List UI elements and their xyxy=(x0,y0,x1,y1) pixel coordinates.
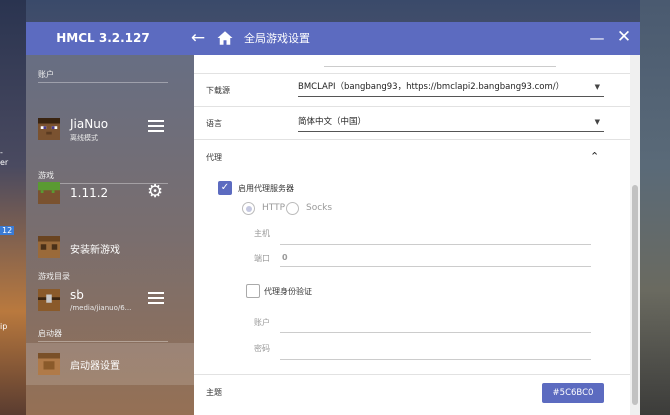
section-divider xyxy=(38,82,168,83)
dropdown-arrow-icon: ▼ xyxy=(594,83,600,91)
desktop-right-edge xyxy=(640,0,670,415)
scrollbar-thumb[interactable] xyxy=(632,185,638,405)
sidebar-section-account: 账户 xyxy=(38,70,54,79)
folder-menu-icon[interactable] xyxy=(148,292,164,306)
sidebar-section-game: 游戏 xyxy=(38,171,54,180)
install-label: 安装新游戏 xyxy=(70,245,120,256)
chevron-up-icon[interactable]: ⌃ xyxy=(590,150,604,164)
settings-content: 下载源 BMCLAPI（bangbang93，https://bmclapi2.… xyxy=(194,55,640,415)
language-label: 语言 xyxy=(206,119,222,128)
gear-icon[interactable]: ⚙ xyxy=(147,183,165,201)
close-icon[interactable]: ✕ xyxy=(614,27,634,47)
desktop-badge: 12 xyxy=(0,226,15,235)
password-input[interactable] xyxy=(280,359,591,360)
back-arrow-icon[interactable]: ← xyxy=(188,28,208,48)
version-name: 1.11.2 xyxy=(70,186,109,200)
host-label: 主机 xyxy=(254,229,270,238)
proxy-label: 代理 xyxy=(206,153,222,162)
language-select[interactable]: 简体中文（中国） ▼ xyxy=(298,113,604,132)
user-label: 账户 xyxy=(254,318,270,327)
enable-proxy-label: 启用代理服务器 xyxy=(238,184,294,193)
previous-field-line xyxy=(324,66,556,67)
minimize-icon[interactable]: — xyxy=(588,28,606,48)
account-name: JiaNuo xyxy=(70,117,109,131)
password-label: 密码 xyxy=(254,344,270,353)
port-value: 0 xyxy=(282,253,288,262)
host-input[interactable] xyxy=(280,244,591,245)
user-input[interactable] xyxy=(280,332,591,333)
sidebar-section-launcher: 启动器 xyxy=(38,329,62,338)
folder-path: /media/jianuo/6... xyxy=(70,304,132,312)
theme-color-button[interactable]: #5C6BC0 xyxy=(542,383,604,403)
page-title: 全局游戏设置 xyxy=(244,32,310,45)
sidebar: 账户 JiaNuo 离线模式 游戏 1.11.2 ⚙ 安装新游戏 游戏目录 sb… xyxy=(26,55,194,415)
socks-radio[interactable] xyxy=(286,202,299,215)
download-source-label: 下载源 xyxy=(206,86,230,95)
http-radio[interactable] xyxy=(242,202,255,215)
desktop-text: - xyxy=(0,148,3,157)
sidebar-section-folder: 游戏目录 xyxy=(38,272,70,281)
proxy-auth-label: 代理身份验证 xyxy=(264,287,312,296)
dropdown-arrow-icon: ▼ xyxy=(594,118,600,126)
proxy-section: 代理 ⌃ ✓ 启用代理服务器 HTTP Socks 主机 端口 0 代理身份验证… xyxy=(194,140,630,375)
chest-icon xyxy=(38,289,60,311)
port-input[interactable] xyxy=(280,266,591,267)
port-label: 端口 xyxy=(254,254,270,263)
language-value: 简体中文（中国） xyxy=(298,117,367,127)
sidebar-item-settings[interactable]: 启动器设置 xyxy=(26,343,194,385)
launcher-window: HMCL 3.2.127 ← 全局游戏设置 — ✕ 账户 JiaNuo 离线模式… xyxy=(26,22,640,415)
previous-row xyxy=(194,55,630,74)
socks-label: Socks xyxy=(306,203,333,213)
title-bar: HMCL 3.2.127 ← 全局游戏设置 — ✕ xyxy=(26,22,640,55)
crafting-table-icon xyxy=(38,236,60,258)
http-label: HTTP xyxy=(262,203,286,213)
proxy-auth-checkbox[interactable] xyxy=(246,284,260,298)
language-row: 语言 简体中文（中国） ▼ xyxy=(194,107,630,140)
theme-label: 主题 xyxy=(206,388,222,397)
desktop-text: er xyxy=(0,158,9,167)
account-type: 离线模式 xyxy=(70,134,98,142)
theme-row: 主题 #5C6BC0 xyxy=(194,375,630,415)
account-menu-icon[interactable] xyxy=(148,120,164,134)
folder-name: sb xyxy=(70,288,84,302)
settings-label: 启动器设置 xyxy=(70,361,120,372)
settings-block-icon xyxy=(38,353,60,375)
enable-proxy-checkbox[interactable]: ✓ xyxy=(218,181,232,195)
download-source-value: BMCLAPI（bangbang93，https://bmclapi2.bang… xyxy=(298,82,565,92)
avatar xyxy=(38,118,60,140)
home-icon[interactable] xyxy=(216,29,234,47)
desktop-left-edge xyxy=(0,0,26,415)
app-title: HMCL 3.2.127 xyxy=(56,31,150,45)
desktop-text: ip xyxy=(0,322,8,331)
grass-block-icon xyxy=(38,182,60,204)
download-source-select[interactable]: BMCLAPI（bangbang93，https://bmclapi2.bang… xyxy=(298,78,604,97)
section-divider xyxy=(38,341,168,342)
download-source-row: 下载源 BMCLAPI（bangbang93，https://bmclapi2.… xyxy=(194,74,630,107)
